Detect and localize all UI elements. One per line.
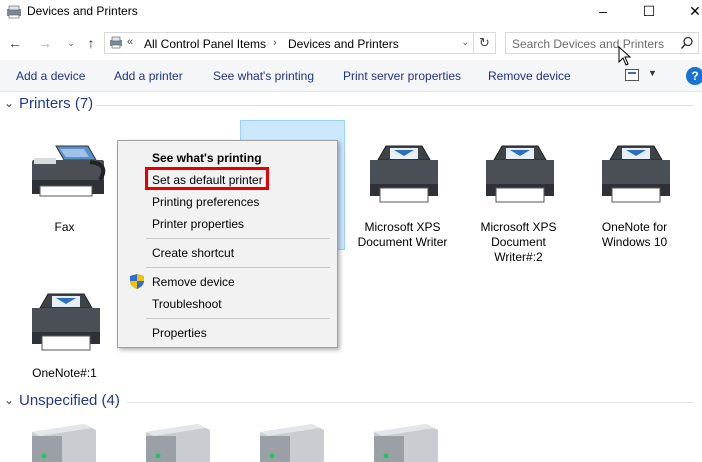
unspecified-group-header[interactable]: ⌄ Unspecified (4) — [0, 391, 702, 413]
address-bar[interactable]: « All Control Panel Items › Devices and … — [104, 32, 474, 54]
collapse-chevron-icon[interactable]: ⌄ — [4, 393, 14, 407]
menu-item-see-whats-printing[interactable]: See what's printing — [152, 151, 262, 165]
close-button[interactable]: ✕ — [672, 0, 702, 24]
printer-icon — [370, 145, 438, 203]
up-arrow-icon[interactable]: ↑ — [82, 34, 100, 52]
back-arrow-icon[interactable]: ← — [6, 34, 24, 52]
menu-item-remove-device[interactable]: Remove device — [152, 275, 235, 289]
minimize-button[interactable]: – — [580, 0, 626, 24]
printer-icon — [602, 145, 670, 203]
navigation-bar: ← → ⌄ ↑ « All Control Panel Items › Devi… — [0, 28, 702, 58]
breadcrumb-devices-and-printers[interactable]: Devices and Printers — [288, 37, 399, 51]
device-label: Microsoft XPS Document Writer#:2 — [480, 220, 557, 264]
menu-separator — [146, 238, 330, 239]
see-whats-printing-button[interactable]: See what's printing — [213, 69, 314, 83]
breadcrumb-chevron-icon[interactable]: › — [273, 37, 277, 49]
title-bar: Devices and Printers – ☐ ✕ — [0, 0, 702, 24]
recent-locations-chevron-icon[interactable]: ⌄ — [62, 34, 80, 52]
printer-icon — [486, 145, 554, 203]
refresh-icon[interactable]: ↻ — [474, 32, 496, 54]
shield-icon — [130, 274, 144, 289]
fax-icon — [32, 145, 106, 197]
window-title: Devices and Printers — [27, 4, 138, 18]
computer-tower-icon[interactable] — [370, 424, 438, 462]
forward-arrow-icon[interactable]: → — [36, 34, 54, 52]
search-icon[interactable] — [680, 36, 694, 50]
mouse-cursor-icon — [618, 46, 632, 66]
collapse-chevron-icon[interactable]: ⌄ — [4, 96, 14, 110]
group-divider — [96, 105, 694, 106]
menu-item-printing-preferences[interactable]: Printing preferences — [152, 195, 259, 209]
change-view-icon[interactable] — [625, 69, 639, 81]
computer-tower-icon[interactable] — [256, 424, 324, 462]
address-dropdown-icon[interactable]: ⌄ — [461, 37, 469, 48]
add-device-button[interactable]: Add a device — [16, 69, 85, 83]
menu-item-properties[interactable]: Properties — [152, 326, 207, 340]
unspecified-group-title: Unspecified (4) — [19, 392, 120, 409]
device-label: Fax — [54, 220, 75, 234]
search-input[interactable] — [512, 36, 672, 51]
menu-item-create-shortcut[interactable]: Create shortcut — [152, 246, 234, 260]
menu-separator — [146, 267, 330, 268]
breadcrumb-all-control-panel-items[interactable]: All Control Panel Items — [144, 37, 266, 51]
search-box[interactable] — [505, 32, 699, 54]
computer-tower-icon[interactable] — [28, 424, 96, 462]
maximize-button[interactable]: ☐ — [626, 0, 672, 24]
add-printer-button[interactable]: Add a printer — [114, 69, 183, 83]
command-bar: Add a device Add a printer See what's pr… — [0, 60, 702, 92]
group-divider — [126, 402, 694, 403]
menu-item-printer-properties[interactable]: Printer properties — [152, 217, 244, 231]
computer-tower-icon[interactable] — [142, 424, 210, 462]
printer-icon — [32, 293, 100, 351]
printers-group-title: Printers (7) — [19, 95, 94, 112]
remove-device-button[interactable]: Remove device — [488, 69, 571, 83]
device-label: OneNote#:1 — [32, 366, 97, 380]
breadcrumb-overflow[interactable]: « — [127, 36, 133, 48]
help-icon[interactable]: ? — [686, 67, 702, 85]
printers-group-header[interactable]: ⌄ Printers (7) — [0, 94, 702, 116]
menu-item-troubleshoot[interactable]: Troubleshoot — [152, 297, 222, 311]
view-dropdown-icon[interactable]: ▼ — [648, 68, 657, 78]
control-panel-icon — [110, 36, 122, 49]
device-label: Microsoft XPS Document Writer — [357, 220, 448, 249]
device-label: OneNote for Windows 10 — [601, 220, 668, 249]
devices-printers-icon — [7, 5, 21, 19]
menu-separator — [146, 318, 330, 319]
print-server-properties-button[interactable]: Print server properties — [343, 69, 461, 83]
annotation-highlight-box — [145, 167, 269, 190]
